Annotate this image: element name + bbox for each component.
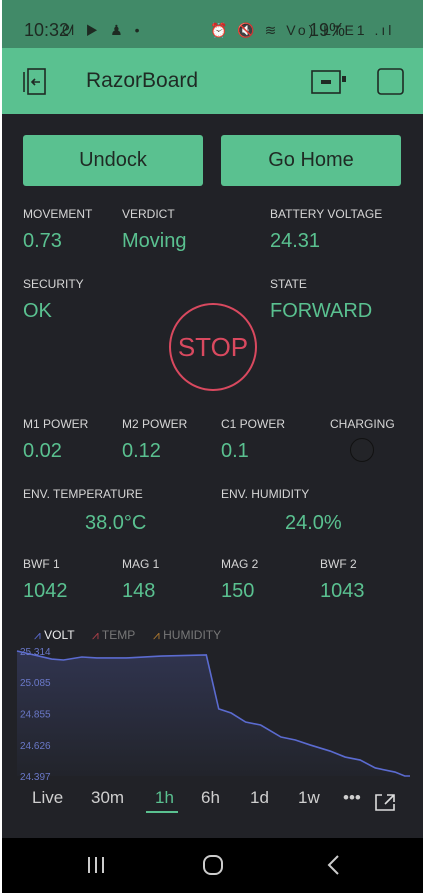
mag-2-label: MAG 2 bbox=[221, 557, 259, 571]
state-value: FORWARD bbox=[270, 300, 373, 322]
bwf-2-label: BWF 2 bbox=[320, 557, 357, 571]
exit-icon[interactable] bbox=[20, 67, 50, 97]
battery-voltage-label: BATTERY VOLTAGE bbox=[270, 207, 383, 221]
voltage-chart[interactable]: 25.314 25.085 24.855 24.626 24.397 bbox=[2, 640, 423, 785]
app-title: RazorBoard bbox=[86, 69, 199, 92]
y-tick-label: 24.855 bbox=[20, 710, 51, 721]
back-icon[interactable] bbox=[324, 854, 344, 876]
state-label: STATE bbox=[270, 277, 307, 291]
time-tab-1d[interactable]: 1d bbox=[250, 788, 269, 808]
movement-value: 0.73 bbox=[23, 230, 62, 252]
mag-2-value: 150 bbox=[221, 580, 255, 602]
navigation-bar bbox=[2, 838, 423, 893]
m1-power-value: 0.02 bbox=[23, 440, 62, 462]
home-icon[interactable] bbox=[202, 854, 224, 876]
env-humidity-label: ENV. HUMIDITY bbox=[221, 487, 310, 501]
m1-power-label: M1 POWER bbox=[23, 417, 89, 431]
mag-1-label: MAG 1 bbox=[122, 557, 160, 571]
y-tick-label: 25.085 bbox=[20, 678, 51, 689]
security-value: OK bbox=[23, 300, 52, 322]
bwf-2-value: 1043 bbox=[320, 580, 365, 602]
verdict-label: VERDICT bbox=[122, 207, 175, 221]
battery-level: 19% bbox=[309, 20, 346, 40]
bwf-1-label: BWF 1 bbox=[23, 557, 60, 571]
time-tab-1h[interactable]: 1h bbox=[155, 788, 174, 808]
time-tab-6h[interactable]: 6h bbox=[201, 788, 220, 808]
y-tick-label: 24.626 bbox=[20, 741, 51, 752]
time-tab-30m[interactable]: 30m bbox=[91, 788, 124, 808]
env-temperature-label: ENV. TEMPERATURE bbox=[23, 487, 143, 501]
status-bar: 10:32 ᘛ ▶ ♟ • ⏰ 🔇 ≋ Vo) LTE1 .ıl 19% bbox=[2, 0, 423, 48]
charging-label: CHARGING bbox=[330, 417, 395, 431]
time-tab-more[interactable]: ••• bbox=[343, 788, 361, 808]
c1-power-label: C1 POWER bbox=[221, 417, 286, 431]
verdict-value: Moving bbox=[122, 230, 187, 252]
y-tick-label: 24.397 bbox=[20, 772, 51, 783]
charging-led bbox=[350, 438, 374, 462]
notification-icons: ᘛ ▶ ♟ • bbox=[62, 22, 144, 38]
recent-apps-icon[interactable] bbox=[86, 855, 106, 875]
system-icons: ⏰ 🔇 ≋ Vo) LTE1 .ıl bbox=[210, 22, 395, 38]
app-screen: 10:32 ᘛ ▶ ♟ • ⏰ 🔇 ≋ Vo) LTE1 .ıl 19% Raz… bbox=[2, 0, 423, 893]
volt-area bbox=[17, 651, 410, 776]
device-board-icon[interactable] bbox=[310, 68, 346, 96]
go-home-button[interactable]: Go Home bbox=[221, 135, 401, 186]
battery-voltage-value: 24.31 bbox=[270, 230, 321, 252]
time-tab-live[interactable]: Live bbox=[32, 788, 63, 808]
movement-label: MOVEMENT bbox=[23, 207, 93, 221]
env-temperature-value: 38.0°C bbox=[85, 512, 147, 534]
y-tick-label: 25.314 bbox=[20, 647, 51, 658]
selected-tab-indicator bbox=[146, 811, 178, 813]
square-icon[interactable] bbox=[377, 68, 405, 96]
app-bar: RazorBoard bbox=[2, 48, 423, 114]
env-humidity-value: 24.0% bbox=[285, 512, 342, 534]
time-tab-1w[interactable]: 1w bbox=[298, 788, 320, 808]
m2-power-value: 0.12 bbox=[122, 440, 161, 462]
fullscreen-icon[interactable] bbox=[374, 792, 398, 812]
undock-button[interactable]: Undock bbox=[23, 135, 203, 186]
stop-button[interactable]: STOP bbox=[169, 303, 257, 391]
security-label: SECURITY bbox=[23, 277, 84, 291]
m2-power-label: M2 POWER bbox=[122, 417, 188, 431]
bwf-1-value: 1042 bbox=[23, 580, 68, 602]
c1-power-value: 0.1 bbox=[221, 440, 249, 462]
mag-1-value: 148 bbox=[122, 580, 156, 602]
